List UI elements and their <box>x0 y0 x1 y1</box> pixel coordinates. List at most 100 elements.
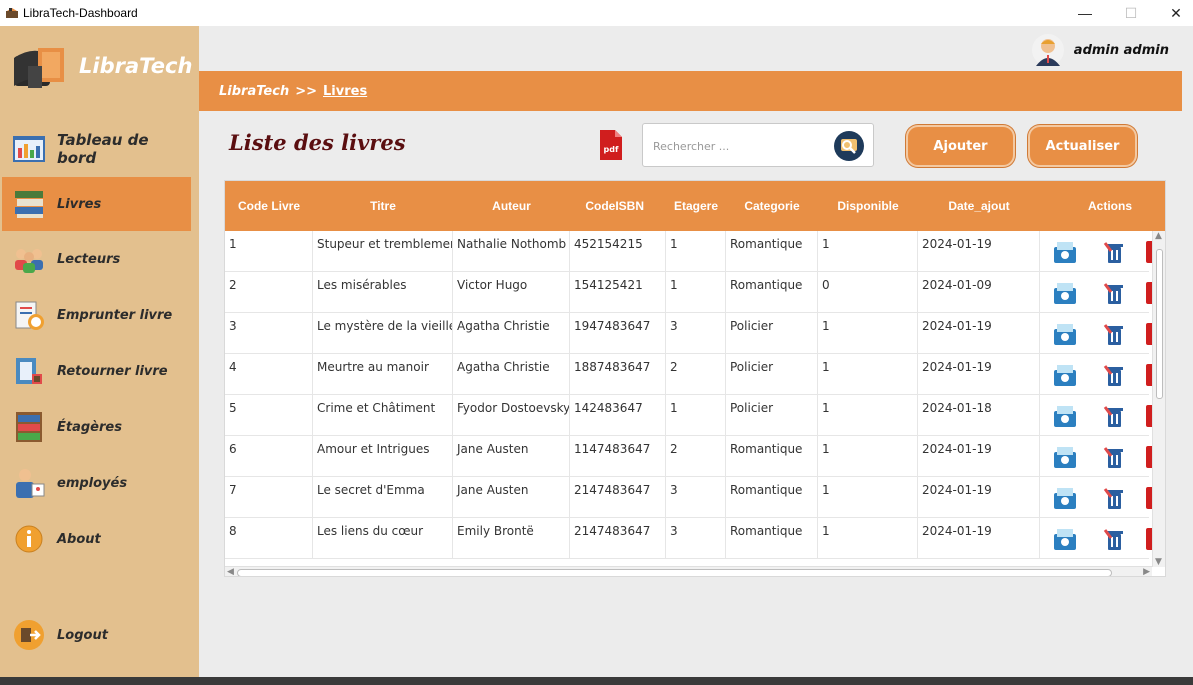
column-header[interactable]: Auteur <box>453 181 570 231</box>
column-header[interactable]: Date_ajout <box>918 181 1040 231</box>
table-cell: Romantique <box>726 518 818 559</box>
pdf-export-icon[interactable]: pdf <box>598 130 623 160</box>
scrollbar-thumb[interactable] <box>237 569 1112 576</box>
nav-item-employes[interactable]: employés <box>2 456 191 510</box>
table-row[interactable]: 5 Crime et Châtiment Fyodor Dostoevsky 1424… <box>225 395 1156 436</box>
nav-item-retourner-livre[interactable]: Retourner livre <box>2 344 191 398</box>
table-row[interactable]: 4 Meurtre au manoir Agatha Christie 1887483… <box>225 354 1156 395</box>
maximize-button[interactable]: ☐ <box>1108 0 1154 26</box>
table-cell: Agatha Christie <box>453 313 570 354</box>
table-cell: 2 <box>225 272 313 313</box>
delete-icon[interactable] <box>1101 526 1127 552</box>
avatar <box>1031 34 1064 66</box>
column-header[interactable]: Disponible <box>818 181 918 231</box>
table-cell: Jane Austen <box>453 436 570 477</box>
table-row[interactable]: 7 Le secret d'Emma Jane Austen 2147483647 3 R… <box>225 477 1156 518</box>
horizontal-scrollbar[interactable]: ◀ ▶ <box>225 566 1152 576</box>
edit-icon[interactable] <box>1052 485 1078 511</box>
table-cell: 2024-01-09 <box>918 272 1040 313</box>
nav-label: Retourner livre <box>57 363 168 379</box>
employee-icon <box>16 469 45 498</box>
delete-icon[interactable] <box>1101 444 1127 470</box>
background-strip <box>0 677 1193 685</box>
table-cell: Romantique <box>726 272 818 313</box>
edit-icon[interactable] <box>1052 362 1078 388</box>
logout-icon <box>14 620 44 650</box>
user-name: admin admin <box>1073 42 1169 58</box>
table-cell: Fyodor Dostoevsky <box>453 395 570 436</box>
table-cell: Jane Austen <box>453 477 570 518</box>
breadcrumb-root[interactable]: LibraTech <box>219 84 289 99</box>
nav-item-emprunter-livre[interactable]: Emprunter livre <box>2 288 191 342</box>
brand-name: LibraTech <box>79 54 193 78</box>
table-cell: 5 <box>225 395 313 436</box>
scroll-left-icon[interactable]: ◀ <box>227 567 234 576</box>
table-cell: Stupeur et tremblement <box>313 231 453 272</box>
column-header[interactable]: Titre <box>313 181 453 231</box>
bookshelf-icon <box>16 412 42 442</box>
nav-label: Tableau de bord <box>57 131 149 167</box>
nav-item-livres[interactable]: Livres <box>2 177 191 231</box>
column-header[interactable]: Actions <box>1040 181 1165 231</box>
table-cell: 6 <box>225 436 313 477</box>
nav-item-about[interactable]: About <box>2 512 191 566</box>
table-cell: 1 <box>818 518 918 559</box>
close-button[interactable]: ✕ <box>1153 0 1193 26</box>
table-cell: 1 <box>818 231 918 272</box>
scroll-down-icon[interactable]: ▼ <box>1155 557 1162 567</box>
table-cell: Policier <box>726 354 818 395</box>
vertical-scrollbar[interactable]: ▲ ▼ <box>1152 231 1165 567</box>
table-cell: 2 <box>666 354 726 395</box>
edit-icon[interactable] <box>1052 239 1078 265</box>
refresh-button[interactable]: Actualiser <box>1028 125 1137 167</box>
user-profile[interactable]: admin admin <box>1031 34 1169 66</box>
column-header[interactable]: Etagere <box>666 181 726 231</box>
add-button[interactable]: Ajouter <box>906 125 1015 167</box>
nav-label: Emprunter livre <box>57 307 173 323</box>
table-cell: 2024-01-18 <box>918 395 1040 436</box>
scroll-right-icon[interactable]: ▶ <box>1143 567 1150 576</box>
table-cell: 1 <box>818 477 918 518</box>
delete-icon[interactable] <box>1101 239 1127 265</box>
table-row[interactable]: 8 Les liens du cœur Emily Brontë 2147483647… <box>225 518 1156 559</box>
edit-icon[interactable] <box>1052 321 1078 347</box>
nav-item-etageres[interactable]: Étagères <box>2 400 191 454</box>
table-cell: 1 <box>666 272 726 313</box>
search-input[interactable] <box>653 136 823 156</box>
edit-icon[interactable] <box>1052 280 1078 306</box>
delete-icon[interactable] <box>1101 485 1127 511</box>
window-title: LibraTech-Dashboard <box>23 6 138 20</box>
breadcrumb-current[interactable]: Livres <box>323 84 367 99</box>
table-cell: 2147483647 <box>570 477 666 518</box>
scroll-up-icon[interactable]: ▲ <box>1155 231 1162 241</box>
search-icon[interactable] <box>833 130 865 162</box>
nav-label: employés <box>57 475 128 491</box>
delete-icon[interactable] <box>1101 321 1127 347</box>
dashboard-icon <box>13 136 45 162</box>
table-cell: Agatha Christie <box>453 354 570 395</box>
table-row[interactable]: 2 Les misérables Victor Hugo 154125421 1 Roma… <box>225 272 1156 313</box>
edit-icon[interactable] <box>1052 403 1078 429</box>
column-header[interactable]: CodeISBN <box>570 181 666 231</box>
table-row[interactable]: 6 Amour et Intrigues Jane Austen 1147483647… <box>225 436 1156 477</box>
table-row[interactable]: 3Le mystère de la vieille ...Agatha Chri… <box>225 313 1156 354</box>
column-header[interactable]: Code Livre <box>225 181 313 231</box>
nav-item-lecteurs[interactable]: Lecteurs <box>2 232 191 286</box>
nav-item-tableau-de-bord[interactable]: Tableau de bord <box>2 122 191 176</box>
table-row[interactable]: 1 Stupeur et tremblement Nathalie Nothomb 4… <box>225 231 1156 272</box>
table-cell: 1 <box>225 231 313 272</box>
table-cell: 2024-01-19 <box>918 518 1040 559</box>
edit-icon[interactable] <box>1052 526 1078 552</box>
delete-icon[interactable] <box>1101 403 1127 429</box>
table-cell: 3 <box>225 313 313 354</box>
edit-icon[interactable] <box>1052 444 1078 470</box>
logout-button[interactable]: Logout <box>2 608 191 662</box>
readers-icon <box>15 249 43 273</box>
column-header[interactable]: Categorie <box>726 181 818 231</box>
app-icon <box>6 8 18 18</box>
delete-icon[interactable] <box>1101 362 1127 388</box>
scrollbar-thumb[interactable] <box>1156 249 1163 399</box>
table-cell: 1947483647 <box>570 313 666 354</box>
delete-icon[interactable] <box>1101 280 1127 306</box>
minimize-button[interactable]: — <box>1062 0 1108 26</box>
